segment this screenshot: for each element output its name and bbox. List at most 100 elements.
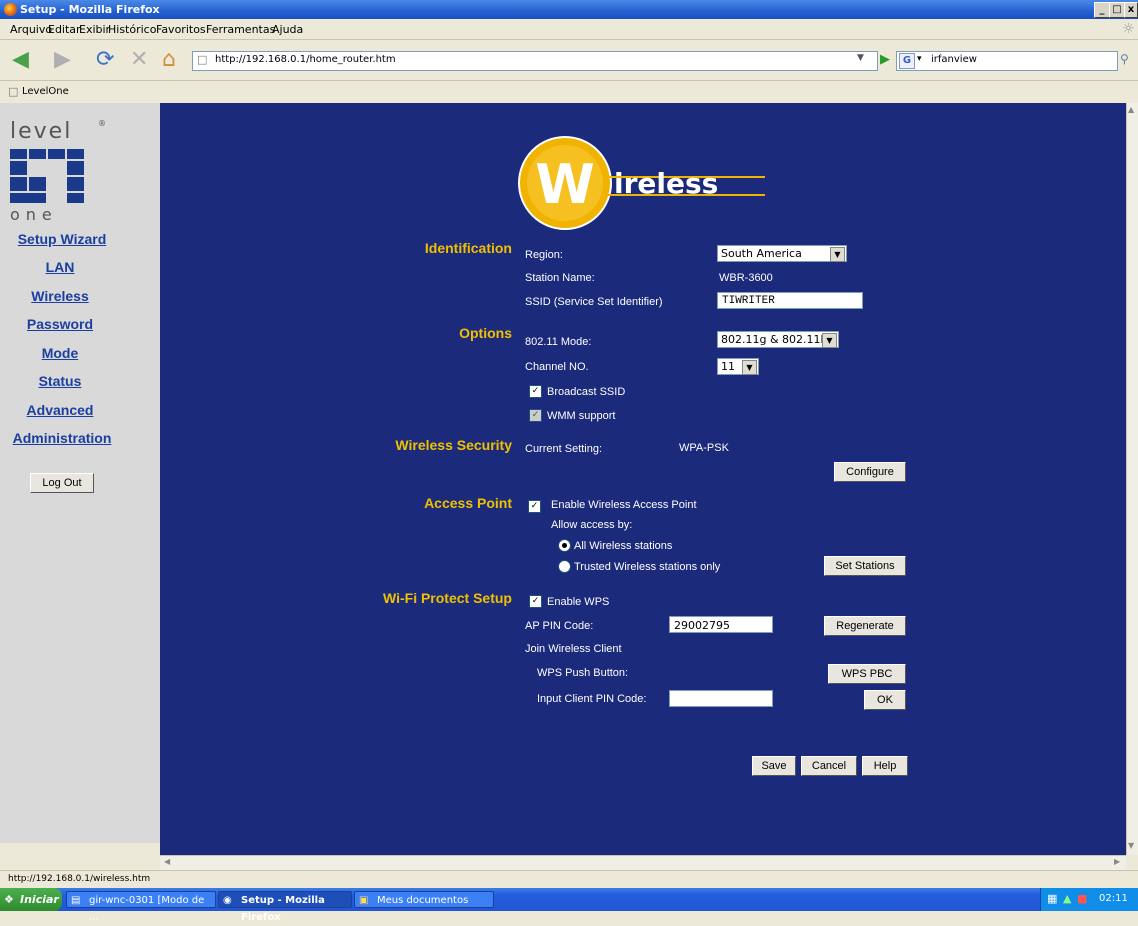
minimize-button[interactable]: _	[1094, 2, 1110, 18]
back-icon[interactable]: ◀	[12, 48, 29, 72]
tray-app-icon[interactable]: ▲	[1063, 892, 1071, 905]
status-text: http://192.168.0.1/wireless.htm	[8, 874, 151, 884]
forward-icon[interactable]: ▶	[54, 48, 71, 72]
bookmarks-bar: □ LevelOne	[0, 81, 1138, 104]
broadcast-ssid-label: Broadcast SSID	[547, 386, 626, 398]
url-bar[interactable]: □ http://192.168.0.1/home_router.htm ▼	[192, 51, 878, 71]
window-title: Setup - Mozilla Firefox	[20, 3, 160, 16]
wmm-label: WMM support	[547, 410, 616, 422]
network-icon[interactable]: ▦	[1047, 892, 1057, 905]
client-pin-input[interactable]	[669, 690, 773, 707]
ssid-input[interactable]: TIWRITER	[717, 292, 863, 309]
logout-button[interactable]: Log Out	[30, 473, 94, 493]
task-gir-wnc[interactable]: ▤ gir-wnc-0301 [Modo de ...	[66, 891, 216, 923]
wps-pbc-button[interactable]: WPS PBC	[828, 664, 906, 684]
security-alert-icon[interactable]: ■	[1077, 892, 1087, 905]
enable-ap-checkbox[interactable]: ✓	[528, 500, 541, 513]
current-setting-value: WPA-PSK	[679, 442, 729, 454]
all-stations-radio[interactable]	[558, 539, 571, 552]
configure-button[interactable]: Configure	[834, 462, 906, 482]
scroll-left-icon[interactable]: ◀	[164, 857, 170, 866]
section-identification: Identification	[424, 240, 512, 256]
vertical-scrollbar[interactable]: ▲ ▼	[1126, 103, 1138, 855]
url-dropdown-icon[interactable]: ▼	[857, 53, 864, 63]
search-engine-dropdown-icon[interactable]: ▾	[917, 54, 922, 64]
save-button[interactable]: Save	[752, 756, 796, 776]
region-select[interactable]: South America ▼	[717, 245, 847, 262]
region-value: South America	[721, 247, 802, 260]
task-firefox[interactable]: ◉ Setup - Mozilla Firefox	[218, 891, 352, 923]
help-button[interactable]: Help	[862, 756, 908, 776]
title-bar: Setup - Mozilla Firefox _ □ x	[0, 0, 1138, 19]
page-icon: □	[197, 53, 208, 66]
regenerate-button[interactable]: Regenerate	[824, 616, 906, 636]
close-button[interactable]: x	[1124, 2, 1138, 18]
wmm-checkbox[interactable]: ✓	[529, 409, 542, 422]
task-meus-documentos[interactable]: ▣ Meus documentos	[354, 891, 494, 908]
mode-label: 802.11 Mode:	[525, 336, 592, 348]
scroll-right-icon[interactable]: ▶	[1114, 857, 1120, 866]
broadcast-ssid-checkbox[interactable]: ✓	[529, 385, 542, 398]
system-tray: ▦ ▲ ■ 02:11	[1040, 888, 1138, 911]
google-icon[interactable]: G	[899, 53, 915, 69]
home-icon[interactable]: ⌂	[162, 48, 176, 72]
enable-ap-label: Enable Wireless Access Point	[551, 499, 697, 511]
document-icon: ▤	[71, 895, 81, 906]
allow-access-label: Allow access by:	[551, 519, 633, 531]
menu-favoritos[interactable]: Favoritos	[156, 23, 206, 36]
scroll-up-icon[interactable]: ▲	[1128, 105, 1134, 114]
channel-select[interactable]: 11 ▼	[717, 358, 759, 375]
task-meus-documentos-label: Meus documentos	[377, 895, 469, 906]
stop-icon[interactable]: ✕	[130, 48, 148, 72]
wireless-banner: W ireless	[518, 136, 765, 230]
menu-exibir[interactable]: Exibir	[79, 23, 110, 36]
status-bar: http://192.168.0.1/wireless.htm	[0, 870, 1138, 889]
mode-value: 802.11g & 802.11b	[721, 333, 828, 346]
navigation-bar: ◀ ▶ ⟳ ✕ ⌂ □ http://192.168.0.1/home_rout…	[0, 40, 1138, 81]
menu-ajuda[interactable]: Ajuda	[272, 23, 303, 36]
task-firefox-label: Setup - Mozilla Firefox	[241, 895, 325, 923]
reload-icon[interactable]: ⟳	[96, 48, 114, 72]
sidebar-item-status[interactable]: Status	[0, 373, 120, 389]
set-stations-button[interactable]: Set Stations	[824, 556, 906, 576]
logo-bottom-text: one	[10, 205, 58, 224]
ap-pin-label: AP PIN Code:	[525, 620, 594, 632]
ok-button[interactable]: OK	[864, 690, 906, 710]
bookmark-levelone[interactable]: LevelOne	[22, 86, 69, 97]
banner-text: ireless	[614, 167, 718, 200]
sidebar-item-password[interactable]: Password	[0, 316, 120, 332]
all-stations-label: All Wireless stations	[574, 540, 673, 552]
sidebar-item-advanced[interactable]: Advanced	[0, 402, 120, 418]
start-button[interactable]: ❖ Iniciar	[0, 888, 62, 911]
search-icon[interactable]: ⚲	[1120, 52, 1129, 66]
section-access-point: Access Point	[424, 495, 512, 511]
trusted-stations-label: Trusted Wireless stations only	[574, 561, 721, 573]
channel-value: 11	[721, 360, 735, 373]
menu-historico[interactable]: Histórico	[108, 23, 156, 36]
enable-wps-checkbox[interactable]: ✓	[529, 595, 542, 608]
main-panel: W ireless Identification Region: South A…	[160, 103, 1126, 855]
ap-pin-input[interactable]: 29002795	[669, 616, 773, 633]
sidebar-item-setup-wizard[interactable]: Setup Wizard	[2, 231, 122, 247]
chevron-down-icon: ▼	[742, 360, 757, 375]
menu-editar[interactable]: Editar	[48, 23, 81, 36]
chevron-down-icon: ▼	[822, 333, 837, 348]
taskbar: ❖ Iniciar ▤ gir-wnc-0301 [Modo de ... ◉ …	[0, 888, 1138, 923]
channel-label: Channel NO.	[525, 361, 589, 373]
menu-ferramentas[interactable]: Ferramentas	[206, 23, 275, 36]
sidebar-item-administration[interactable]: Administration	[2, 430, 122, 446]
trusted-stations-radio[interactable]	[558, 560, 571, 573]
sidebar-item-lan[interactable]: LAN	[0, 259, 120, 275]
mode-select[interactable]: 802.11g & 802.11b ▼	[717, 331, 839, 348]
search-bar[interactable]: G ▾ irfanview	[896, 51, 1118, 71]
sidebar-item-wireless[interactable]: Wireless	[0, 288, 120, 304]
scroll-down-icon[interactable]: ▼	[1128, 841, 1134, 850]
horizontal-scrollbar[interactable]: ◀ ▶	[160, 855, 1126, 870]
ssid-label: SSID (Service Set Identifier)	[525, 296, 663, 308]
menu-arquivo[interactable]: Arquivo	[10, 23, 52, 36]
section-wps: Wi-Fi Protect Setup	[383, 590, 512, 606]
restore-button[interactable]: □	[1109, 2, 1125, 18]
go-icon[interactable]: ▶	[880, 52, 890, 67]
sidebar-item-mode[interactable]: Mode	[0, 345, 120, 361]
cancel-button[interactable]: Cancel	[801, 756, 857, 776]
